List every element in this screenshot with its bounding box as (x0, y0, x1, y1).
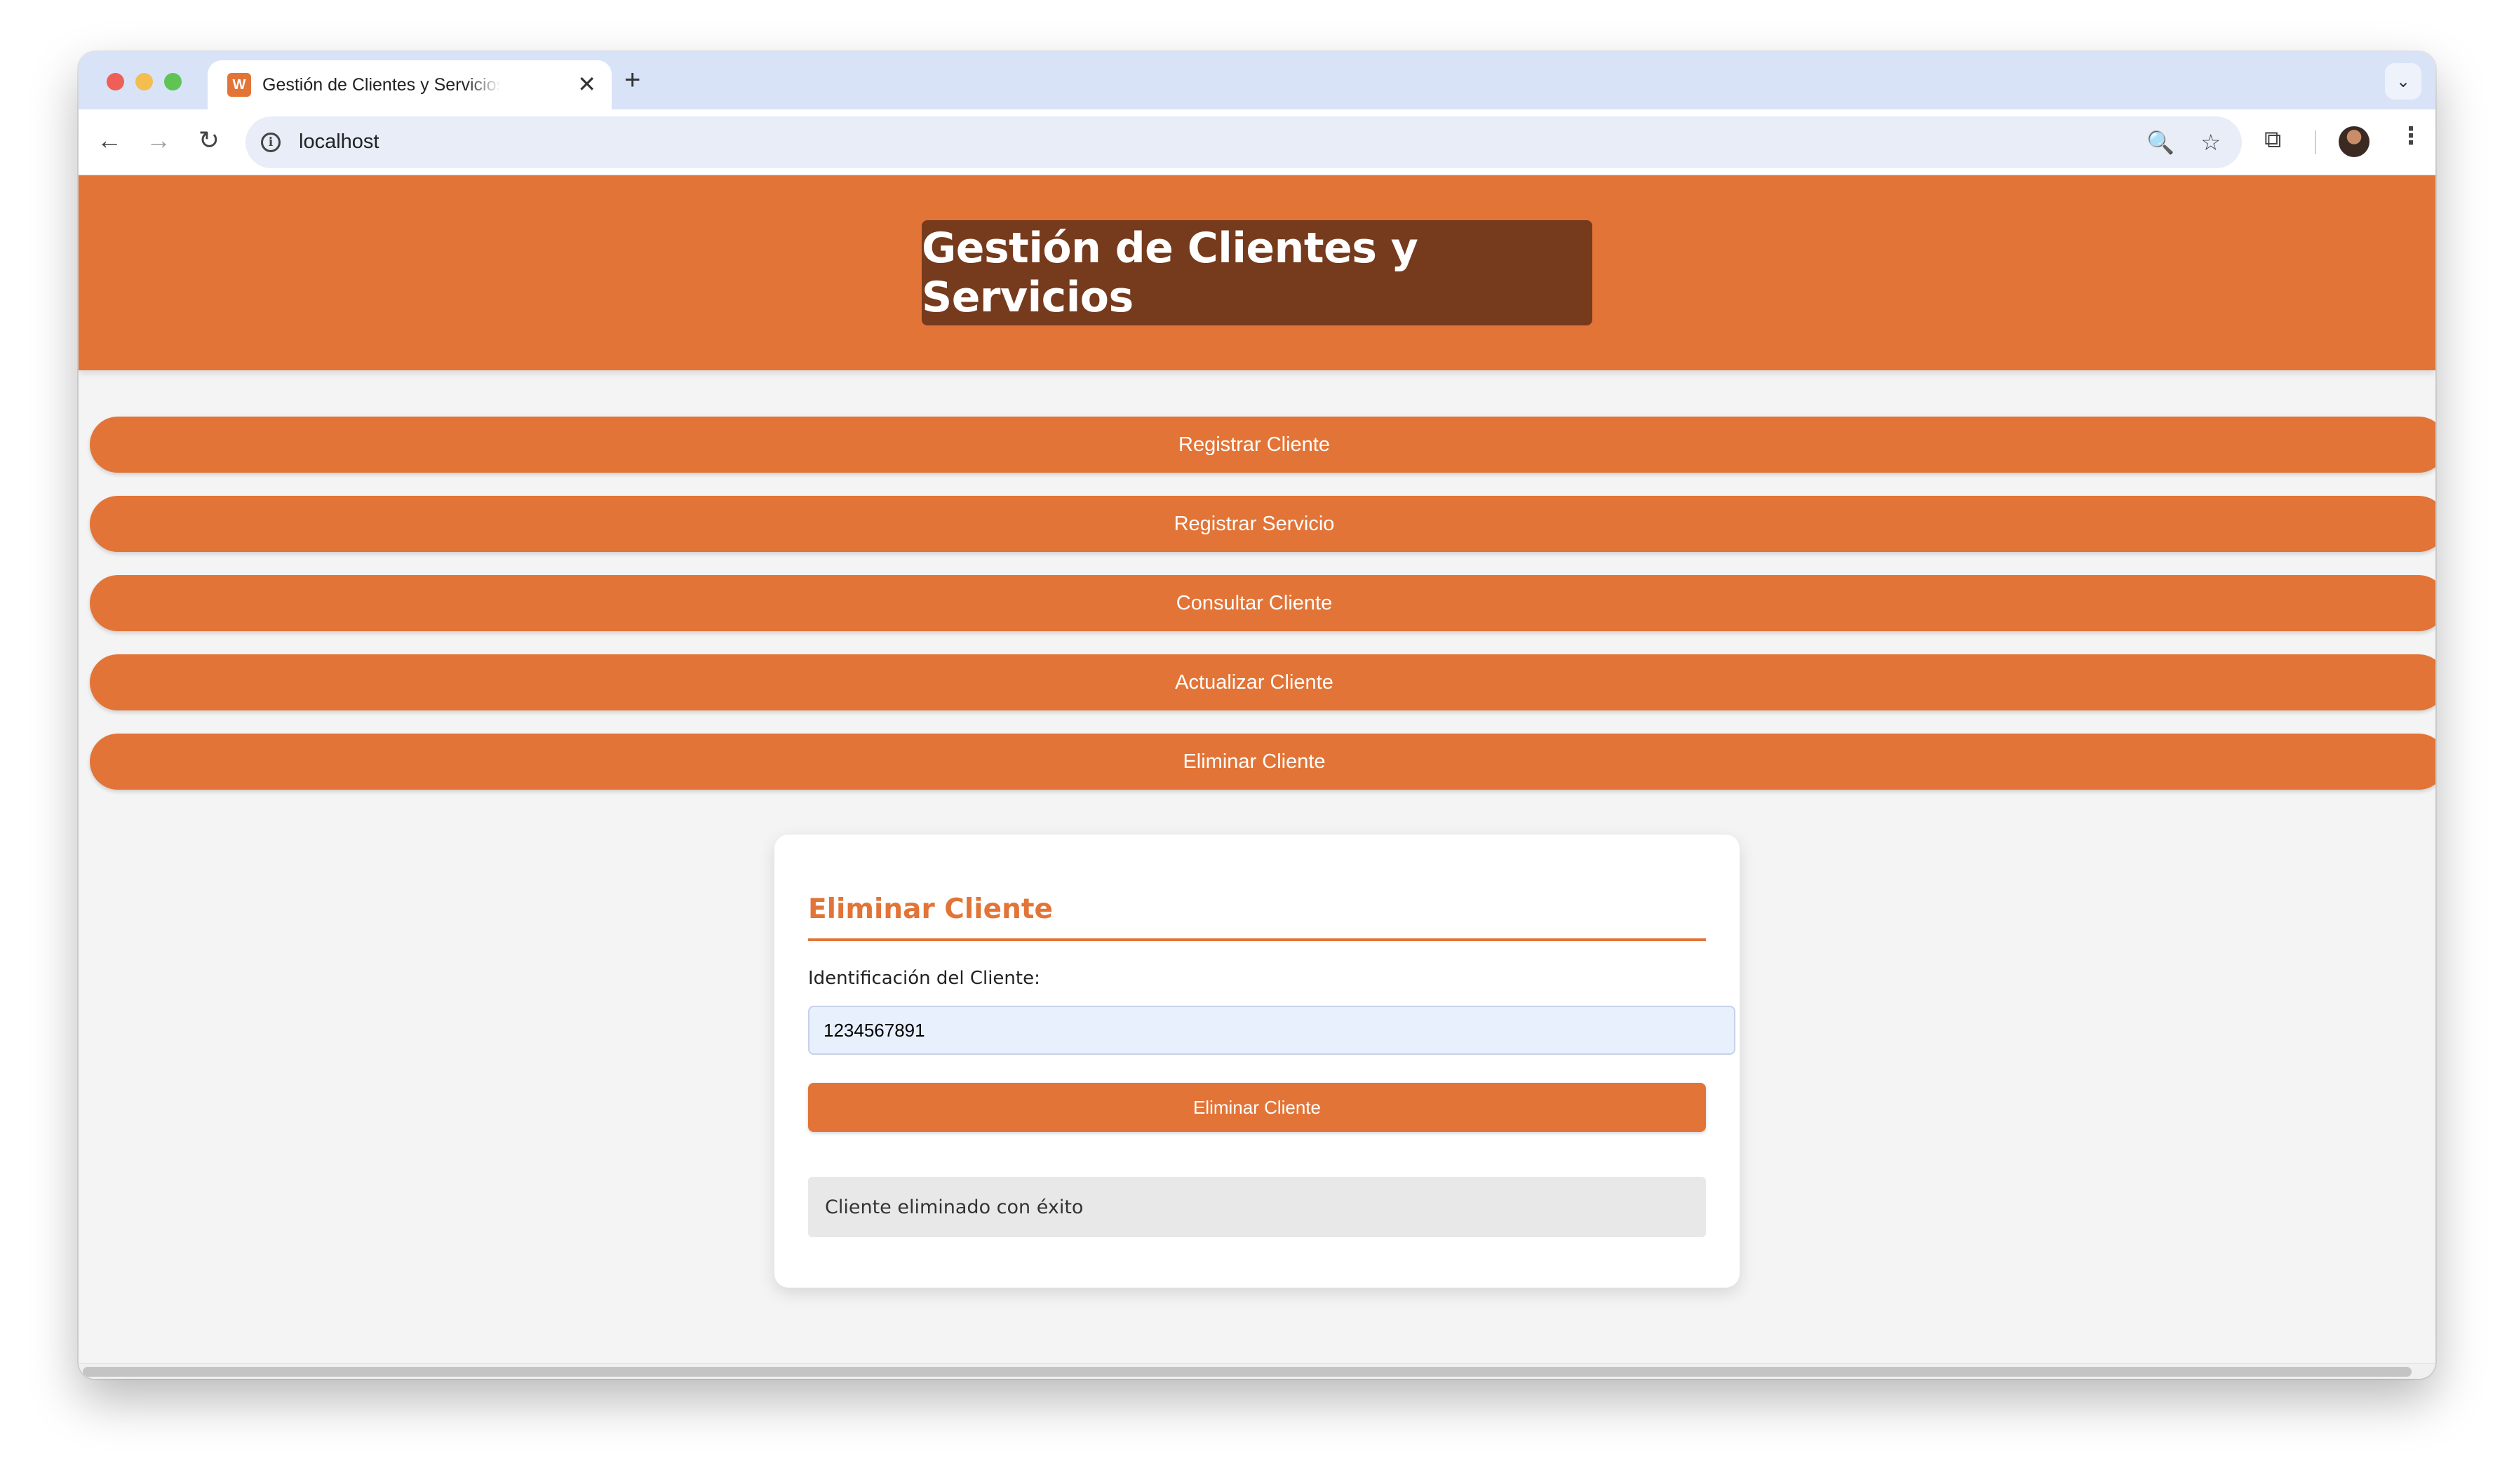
new-tab-icon[interactable]: + (624, 65, 640, 95)
result-message: Cliente eliminado con éxito (808, 1177, 1706, 1237)
forward-arrow-icon[interactable]: → (143, 125, 174, 156)
close-icon[interactable]: ✕ (577, 72, 596, 97)
favicon-icon: W (227, 73, 251, 97)
delete-client-form: Eliminar Cliente Identificación del Clie… (774, 835, 1740, 1288)
tab-active[interactable]: W Gestión de Clientes y Servicios ✕ (208, 60, 612, 109)
query-client-button[interactable]: Consultar Cliente (90, 575, 2435, 631)
tab-search-dropdown-icon[interactable]: ⌄ (2385, 63, 2421, 100)
title-divider (808, 938, 1706, 941)
site-info-icon[interactable]: i (261, 133, 281, 152)
extensions-puzzle-icon[interactable]: ⧉ (2264, 126, 2281, 154)
profile-avatar-icon[interactable] (2339, 126, 2370, 157)
toolbar-divider (2315, 130, 2316, 154)
back-arrow-icon[interactable]: ← (94, 125, 125, 156)
register-service-button[interactable]: Registrar Servicio (90, 496, 2435, 552)
horizontal-scrollbar[interactable] (79, 1363, 2435, 1379)
zoom-icon[interactable]: 🔍 (2146, 129, 2174, 156)
page-header: Gestión de Clientes y Servicios (79, 175, 2435, 370)
browser-window: W Gestión de Clientes y Servicios ✕ + ⌄ … (79, 52, 2435, 1379)
bookmark-star-icon[interactable]: ☆ (2200, 129, 2221, 156)
reload-icon[interactable]: ↻ (194, 125, 224, 156)
minimize-window-button[interactable] (135, 73, 153, 90)
address-bar[interactable]: i localhost 🔍 ☆ (246, 116, 2242, 168)
client-id-input[interactable] (808, 1006, 1735, 1055)
client-id-label: Identificación del Cliente: (808, 968, 1040, 989)
delete-client-nav-button[interactable]: Eliminar Cliente (90, 734, 2435, 790)
tab-title: Gestión de Clientes y Servicios (262, 74, 501, 95)
url-text[interactable]: localhost (299, 130, 379, 154)
delete-client-submit-button[interactable]: Eliminar Cliente (808, 1083, 1706, 1132)
register-client-button[interactable]: Registrar Cliente (90, 417, 2435, 473)
more-menu-icon[interactable]: ⋮ (2399, 122, 2423, 150)
update-client-button[interactable]: Actualizar Cliente (90, 654, 2435, 710)
form-title: Eliminar Cliente (808, 893, 1053, 925)
maximize-window-button[interactable] (164, 73, 182, 90)
page-content: Gestión de Clientes y Servicios Registra… (79, 175, 2435, 1379)
page-title: Gestión de Clientes y Servicios (922, 220, 1592, 325)
tab-strip: W Gestión de Clientes y Servicios ✕ + ⌄ (79, 52, 2435, 109)
browser-toolbar: ← → ↻ i localhost 🔍 ☆ ⧉ ⋮ (79, 109, 2435, 175)
close-window-button[interactable] (107, 73, 124, 90)
scrollbar-thumb[interactable] (83, 1367, 2412, 1377)
